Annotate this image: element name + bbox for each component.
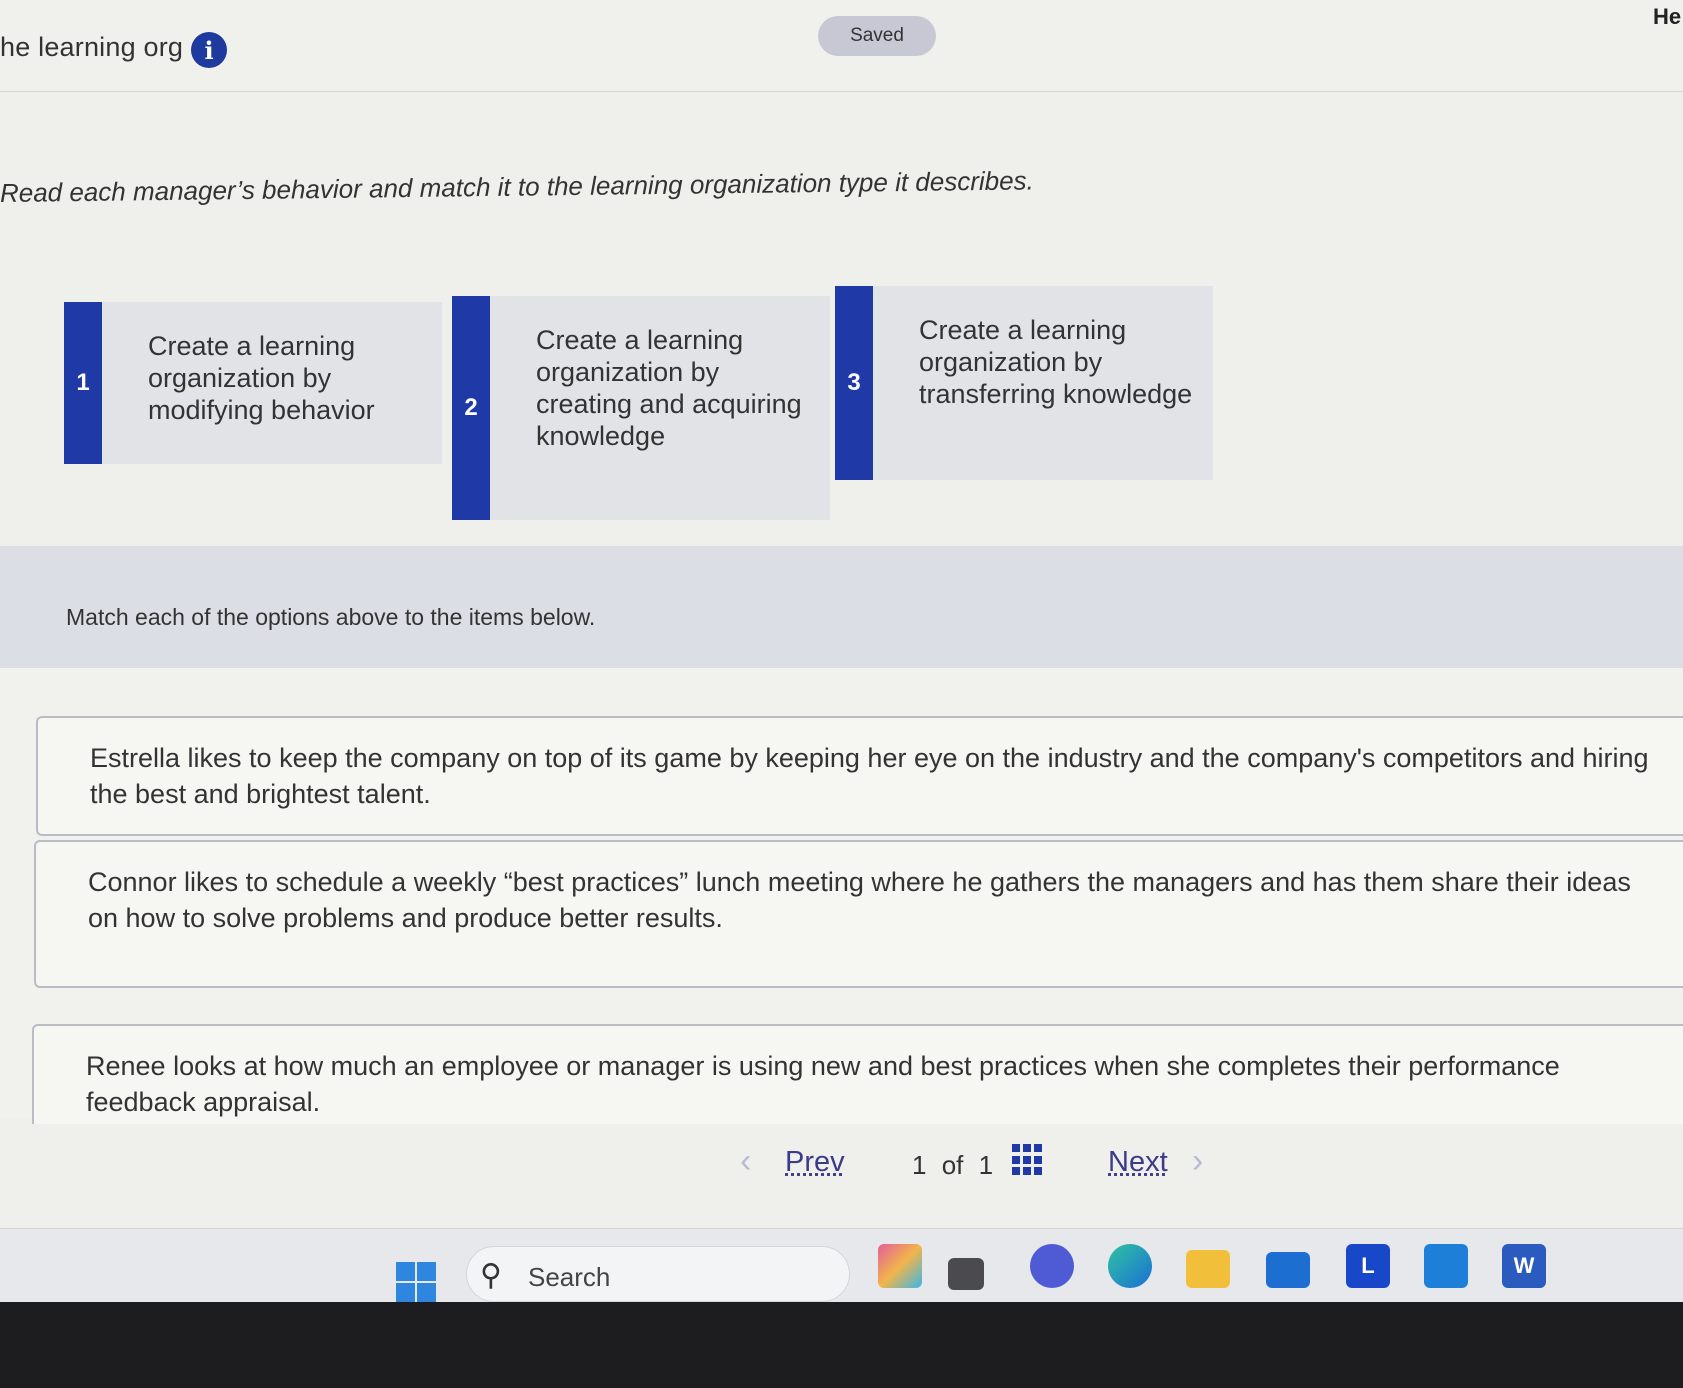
option-card-2[interactable]: 2 Create a learning organization by crea… xyxy=(452,296,830,520)
taskbar-search[interactable] xyxy=(466,1246,850,1302)
chevron-right-icon[interactable]: › xyxy=(1192,1142,1203,1181)
saved-badge: Saved xyxy=(818,16,936,56)
copilot-icon[interactable] xyxy=(878,1244,922,1288)
match-prompt: Match each of the options above to the i… xyxy=(66,604,596,630)
l-app-icon[interactable]: L xyxy=(1346,1244,1390,1288)
page-title: he learning org xyxy=(0,32,184,62)
windows-start-icon[interactable] xyxy=(396,1262,436,1302)
search-icon: ⚲ xyxy=(480,1259,502,1292)
of-label: of xyxy=(941,1150,964,1180)
option-number: 2 xyxy=(452,296,490,520)
mail-icon[interactable] xyxy=(1266,1252,1310,1288)
chat-icon[interactable] xyxy=(1030,1244,1074,1288)
instruction-text: Read each manager’s behavior and match i… xyxy=(0,165,1034,208)
edge-icon[interactable] xyxy=(1108,1244,1152,1288)
screen-bezel xyxy=(0,1302,1683,1388)
chevron-left-icon[interactable]: ‹ xyxy=(740,1142,751,1181)
total-pages: 1 xyxy=(978,1150,994,1180)
option-label: Create a learning organization by transf… xyxy=(919,315,1193,409)
option-card-1[interactable]: 1 Create a learning organization by modi… xyxy=(64,302,442,464)
current-page: 1 xyxy=(912,1150,927,1180)
option-number: 1 xyxy=(64,302,102,464)
file-explorer-icon[interactable] xyxy=(1186,1250,1230,1288)
option-label: Create a learning organization by modify… xyxy=(148,331,375,425)
match-item-2[interactable]: Connor likes to schedule a weekly “best … xyxy=(34,840,1683,988)
word-icon[interactable]: W xyxy=(1502,1244,1546,1288)
header-bar: he learning org i Saved He xyxy=(0,0,1683,92)
corner-label: He xyxy=(1653,4,1682,29)
cortana-icon[interactable] xyxy=(1424,1244,1468,1288)
page-indicator: 1 of 1 xyxy=(912,1150,993,1181)
option-card-3[interactable]: 3 Create a learning organization by tran… xyxy=(835,286,1213,480)
question-grid-icon[interactable] xyxy=(1012,1144,1044,1176)
info-icon[interactable]: i xyxy=(191,32,227,68)
prev-button[interactable]: Prev xyxy=(785,1146,845,1179)
option-label: Create a learning organization by creati… xyxy=(536,325,802,451)
taskbar-search-label: Search xyxy=(528,1262,611,1292)
file-viewer-icon[interactable] xyxy=(948,1258,984,1290)
app-screen: he learning org i Saved He Read each man… xyxy=(0,0,1683,1302)
match-item-3[interactable]: Renee looks at how much an employee or m… xyxy=(32,1024,1683,1124)
match-item-1[interactable]: Estrella likes to keep the company on to… xyxy=(36,716,1683,836)
option-number: 3 xyxy=(835,286,873,480)
next-button[interactable]: Next xyxy=(1108,1146,1168,1179)
